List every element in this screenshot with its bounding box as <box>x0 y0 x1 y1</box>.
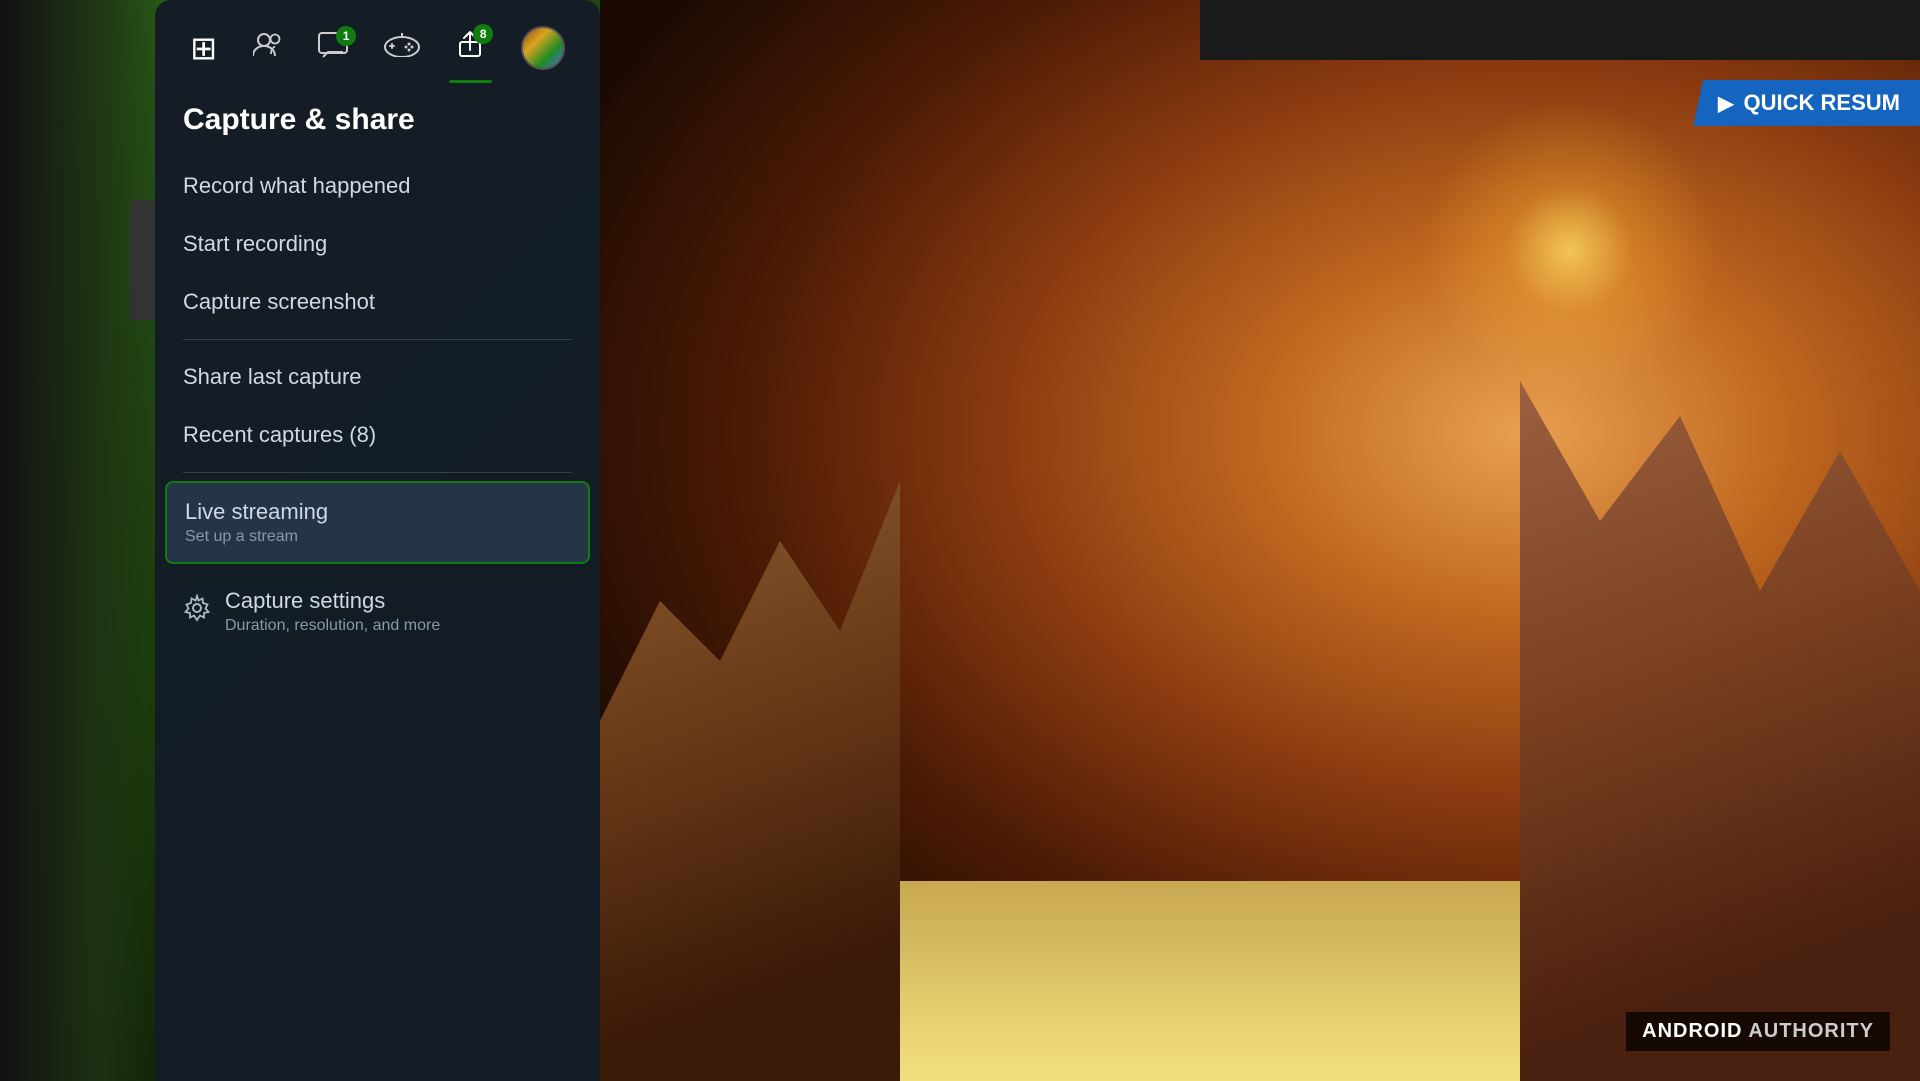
nav-item-controller[interactable] <box>372 24 432 72</box>
menu-list: Record what happened Start recording Cap… <box>155 157 600 651</box>
nav-item-friends[interactable] <box>241 24 295 73</box>
xbox-icon: ⊞ <box>190 29 217 67</box>
nav-item-share[interactable]: 8 <box>443 22 497 75</box>
divider-1 <box>183 339 572 340</box>
menu-item-live-streaming[interactable]: Live streaming Set up a stream <box>165 481 590 564</box>
nav-bar: ⊞ 1 <box>155 0 600 78</box>
rock-right <box>1520 381 1920 1081</box>
settings-gear-icon <box>183 594 211 629</box>
watermark-authority: AUTHORITY <box>1748 1020 1874 1042</box>
sun-rays <box>1420 100 1720 400</box>
avatar <box>521 26 565 70</box>
messages-badge: 1 <box>336 26 356 46</box>
menu-item-share-last[interactable]: Share last capture <box>155 348 600 406</box>
section-title: Capture & share <box>155 78 600 157</box>
share-badge: 8 <box>473 24 493 44</box>
watermark: ANDROID AUTHORITY <box>1626 1012 1890 1051</box>
left-bezel <box>0 0 160 1081</box>
menu-item-capture-screenshot[interactable]: Capture screenshot <box>155 273 600 331</box>
tv-top-bar: G 2,035 🔔 4:46 P <box>1200 0 1920 60</box>
menu-item-recent-captures[interactable]: Recent captures (8) <box>155 406 600 464</box>
sidebar-panel: ⊞ 1 <box>155 0 600 1081</box>
divider-2 <box>183 472 572 473</box>
nav-item-messages[interactable]: 1 <box>306 24 360 73</box>
watermark-android: ANDROID <box>1642 1020 1742 1042</box>
friends-icon <box>253 32 283 65</box>
quick-resume-button[interactable]: ▶ QUICK RESUM <box>1693 80 1920 126</box>
game-background: G 2,035 🔔 4:46 P ▶ QUICK RESUM <box>600 0 1920 1081</box>
menu-item-start-recording[interactable]: Start recording <box>155 215 600 273</box>
controller-icon <box>384 32 420 64</box>
nav-item-xbox[interactable]: ⊞ <box>178 21 229 75</box>
play-icon: ▶ <box>1718 91 1733 116</box>
menu-item-record-happened[interactable]: Record what happened <box>155 157 600 215</box>
settings-text: Capture settings Duration, resolution, a… <box>225 588 440 635</box>
menu-item-capture-settings[interactable]: Capture settings Duration, resolution, a… <box>155 572 600 651</box>
nav-item-profile[interactable] <box>509 18 577 78</box>
rock-left <box>600 481 900 1081</box>
